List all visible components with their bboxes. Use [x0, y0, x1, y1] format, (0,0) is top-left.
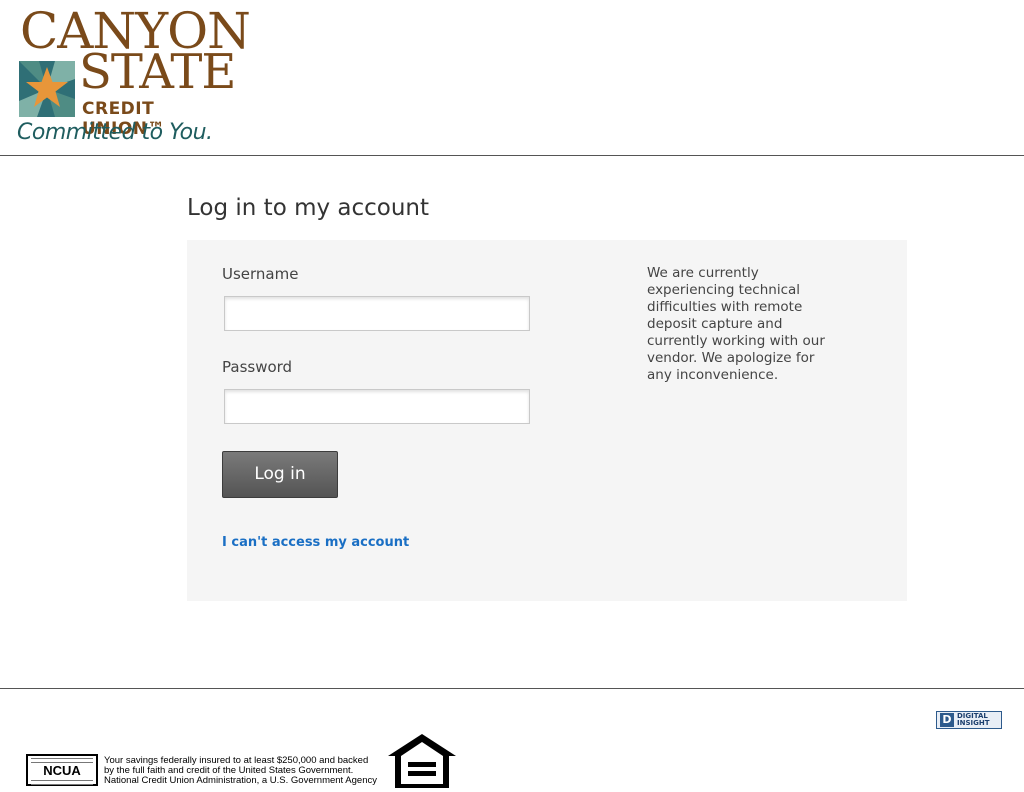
- vendor-logo-line2: INSIGHT: [957, 719, 990, 727]
- canyon-state-logo[interactable]: CANYON STATE CREDIT UNION™ Committed to …: [17, 5, 251, 150]
- digital-insight-logo[interactable]: D DIGITAL INSIGHT: [936, 711, 1002, 729]
- logo-name-state: STATE: [79, 44, 236, 100]
- login-panel: Username Password Log in I can't access …: [187, 240, 907, 601]
- page-title: Log in to my account: [187, 195, 430, 221]
- equal-housing-icon[interactable]: [386, 734, 458, 788]
- cant-access-account-link[interactable]: I can't access my account: [222, 535, 409, 550]
- ncua-insurance-notice: Your savings federally insured to at lea…: [104, 755, 377, 786]
- star-icon: [19, 61, 75, 117]
- logo-tagline: Committed to You.: [17, 120, 213, 145]
- footer-divider: [0, 688, 1024, 689]
- login-button[interactable]: Log in: [222, 451, 338, 498]
- username-label: Username: [222, 265, 299, 283]
- ncua-label: NCUA: [43, 763, 81, 778]
- digital-insight-d-icon: D: [940, 713, 954, 727]
- service-notice: We are currently experiencing technical …: [647, 265, 825, 383]
- password-label: Password: [222, 358, 293, 376]
- password-input[interactable]: [224, 389, 530, 424]
- site-header: CANYON STATE CREDIT UNION™ Committed to …: [0, 0, 1024, 156]
- ncua-logo[interactable]: NCUA: [26, 754, 98, 786]
- username-input[interactable]: [224, 296, 530, 331]
